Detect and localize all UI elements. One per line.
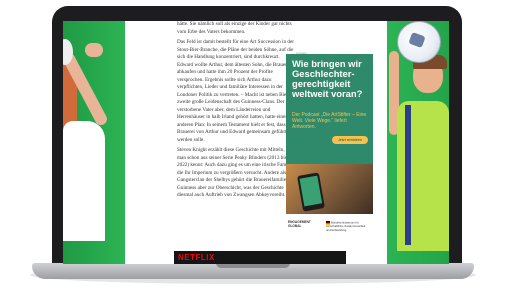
phone-screen — [299, 175, 323, 207]
listen-now-button[interactable]: Jetzt reinhören — [332, 136, 368, 144]
left-sidebar-photo — [63, 21, 125, 264]
article-paragraph: hätte. Sie nämlich soll als einzige der … — [177, 21, 292, 35]
phone-icon — [297, 172, 325, 212]
article-body: hätte. Sie nämlich soll als einzige der … — [177, 21, 297, 203]
soccer-ball-icon — [397, 21, 441, 63]
engagement-global-logo: ENGAGEMENT GLOBAL — [288, 220, 311, 228]
podcast-ad[interactable]: Wie bringen wir Geschlechter-gerechtigke… — [286, 54, 373, 164]
ministry-name: Bundesministerium für wirtschaftliche Zu… — [326, 220, 366, 232]
laptop-screen: hätte. Sie nämlich soll als einzige der … — [63, 21, 449, 264]
ministry-logo: Bundesministerium für wirtschaftliche Zu… — [326, 221, 370, 232]
netflix-embed[interactable]: NETFLIX — [174, 251, 346, 264]
photo-shirt — [63, 121, 105, 241]
photo-hand — [85, 43, 103, 57]
ad-photo — [286, 164, 373, 214]
photo-shirt-stripe — [405, 105, 411, 245]
right-sidebar-photo — [387, 21, 449, 264]
ad-footer: ENGAGEMENT GLOBAL Bundesministerium für … — [286, 216, 373, 236]
article-paragraph: Das Feld ist damit bestellt für eine Art… — [177, 39, 296, 143]
article-paragraph: Steven Knight erzählt diese Geschichte m… — [177, 147, 295, 198]
ad-title: Wie bringen wir Geschlechter-gerechtigke… — [292, 58, 363, 99]
ad-subtitle: Der Podcast „Die ArtStifter – Eine Welt.… — [292, 112, 367, 131]
netflix-logo: NETFLIX — [178, 253, 215, 262]
